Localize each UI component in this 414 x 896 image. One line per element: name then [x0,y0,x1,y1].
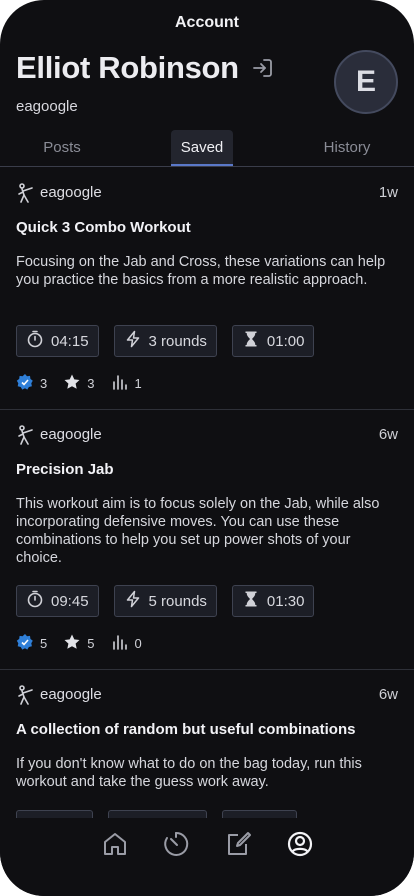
post-header: eagoogle 6w [16,685,398,705]
bar-chart-icon [110,633,128,654]
stars-count: 3 [87,376,95,391]
tab-saved[interactable]: Saved [171,130,233,166]
views-count: 0 [134,636,142,651]
user-name: Elliot Robinson [16,50,239,85]
user-handle: eagoogle [16,98,78,115]
saved-feed[interactable]: eagoogle 1w Quick 3 Combo Workout Focusi… [0,168,414,818]
star-icon [63,373,81,394]
account-icon[interactable] [286,830,314,858]
workout-card[interactable]: eagoogle 6w Precision Jab This workout a… [0,410,414,670]
likes-stat[interactable]: 3 [16,373,47,394]
engagement-stats: 5 5 0 [16,633,158,654]
post-header: eagoogle 1w [16,183,398,203]
boxer-icon [16,425,34,445]
views-stat: 0 [110,633,142,654]
post-author[interactable]: eagoogle [40,184,102,201]
post-description: This workout aim is to focus solely on t… [16,496,380,566]
rounds-chip: 3 rounds [113,325,217,357]
duration-value: 09:45 [51,592,89,610]
stars-stat[interactable]: 5 [63,633,94,654]
post-header: eagoogle 6w [16,425,398,445]
duration-chip: 09:45 [16,585,99,617]
profile-header: Elliot Robinson eagoogle [16,50,275,115]
duration-value: 04:15 [51,332,89,350]
post-title[interactable]: Quick 3 Combo Workout [16,219,191,236]
post-description: If you don't know what to do on the bag … [16,756,362,790]
lightning-icon [124,330,142,352]
post-age: 1w [378,184,398,201]
app-screen: Account Elliot Robinson eagoogle E Posts… [0,0,414,896]
hourglass-icon [242,330,260,352]
rounds-value: 3 rounds [148,332,207,350]
tab-history[interactable]: History [307,130,387,166]
stars-count: 5 [87,636,95,651]
stars-stat[interactable]: 3 [63,373,94,394]
badge-icon [16,373,34,394]
post-age: 6w [378,686,398,703]
views-count: 1 [134,376,142,391]
post-title[interactable]: A collection of random but useful combin… [16,721,355,738]
post-description: Focusing on the Jab and Cross, these var… [16,254,386,288]
badge-icon [16,633,34,654]
duration-chip [16,810,93,818]
workout-stats [16,810,297,818]
rounds-chip: 5 rounds [113,585,217,617]
timer-icon[interactable] [162,830,190,858]
edit-icon[interactable] [224,830,252,858]
rounds-chip [108,810,207,818]
stopwatch-icon [26,590,44,612]
rest-chip: 01:30 [231,585,315,617]
logout-icon[interactable] [251,56,275,80]
boxer-icon [16,685,34,705]
profile-tabs: Posts Saved History [0,130,414,167]
likes-stat[interactable]: 5 [16,633,47,654]
duration-chip: 04:15 [16,325,99,357]
hourglass-icon [242,590,260,612]
workout-stats: 09:45 5 rounds 01:30 [16,585,315,617]
bar-chart-icon [110,373,128,394]
workout-card[interactable]: eagoogle 6w A collection of random but u… [0,670,414,818]
tab-posts[interactable]: Posts [22,130,102,166]
screen-title: Account [175,14,239,31]
boxer-icon [16,183,34,203]
post-author[interactable]: eagoogle [40,686,102,703]
engagement-stats: 3 3 1 [16,373,158,394]
avatar[interactable]: E [334,50,398,114]
workout-stats: 04:15 3 rounds 01:00 [16,325,315,357]
rest-chip: 01:00 [231,325,315,357]
rest-value: 01:00 [266,332,305,350]
rest-chip [222,810,297,818]
post-age: 6w [378,426,398,443]
name-row: Elliot Robinson [16,50,275,86]
views-stat: 1 [110,373,142,394]
stopwatch-icon [26,330,44,352]
likes-count: 5 [40,636,48,651]
post-author[interactable]: eagoogle [40,426,102,443]
workout-card[interactable]: eagoogle 1w Quick 3 Combo Workout Focusi… [0,168,414,410]
bottom-navigation [0,818,414,896]
rest-value: 01:30 [266,592,305,610]
lightning-icon [124,590,142,612]
likes-count: 3 [40,376,48,391]
post-title[interactable]: Precision Jab [16,461,114,478]
star-icon [63,633,81,654]
rounds-value: 5 rounds [148,592,207,610]
home-icon[interactable] [101,830,129,858]
